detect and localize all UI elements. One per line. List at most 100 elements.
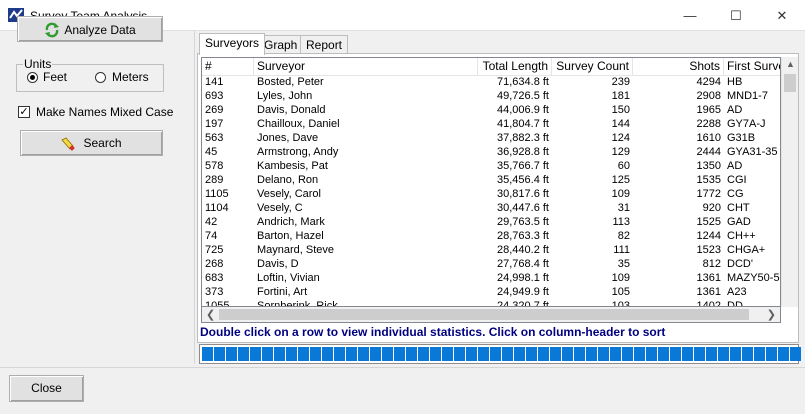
progress-segment: [262, 347, 273, 361]
progress-segment: [526, 347, 537, 361]
progress-segment: [514, 347, 525, 361]
table-row[interactable]: 42 Andrich, Mark 29,763.5 ft 113 1525 GAD: [202, 215, 780, 229]
column-header-first-survey[interactable]: First Survey: [724, 58, 780, 75]
scroll-left-icon[interactable]: ❮: [206, 308, 215, 321]
table-row[interactable]: 268 Davis, D 27,768.4 ft 35 812 DCD': [202, 257, 780, 271]
table-cell: Fortini, Art: [257, 286, 308, 298]
progress-segment: [718, 347, 729, 361]
table-cell: 197: [205, 118, 224, 130]
table-row[interactable]: 373 Fortini, Art 24,949.9 ft 105 1361 A23: [202, 285, 780, 299]
table-cell: 49,726.5 ft: [497, 90, 549, 102]
table-cell: 109: [611, 272, 630, 284]
progress-segment: [646, 347, 657, 361]
table-cell: 268: [205, 258, 224, 270]
table-cell: Vesely, C: [257, 202, 303, 214]
table-row[interactable]: 45 Armstrong, Andy 36,928.8 ft 129 2444 GYA31…: [202, 145, 780, 159]
table-cell: Armstrong, Andy: [257, 146, 339, 158]
table-cell: 1772: [696, 188, 721, 200]
table-cell: 105: [611, 286, 630, 298]
table-cell: DD: [727, 300, 743, 307]
tab-surveyors[interactable]: Surveyors: [199, 33, 266, 55]
table-row[interactable]: 1105 Vesely, Carol 30,817.6 ft 109 1772 CG: [202, 187, 780, 201]
units-group: Units Feet Meters: [16, 57, 164, 92]
progress-segment: [454, 347, 465, 361]
table-row[interactable]: 1104 Vesely, C 30,447.6 ft 31 920 CHT: [202, 201, 780, 215]
horizontal-scrollbar[interactable]: ❮ ❯: [201, 307, 781, 323]
close-icon[interactable]: ✕: [759, 0, 805, 31]
refresh-arrows-icon: [45, 22, 60, 38]
column-header-total-length[interactable]: Total Length: [478, 58, 552, 75]
progress-segment: [478, 347, 489, 361]
column-header-shots[interactable]: Shots: [633, 58, 724, 75]
column-header-number[interactable]: #: [202, 58, 254, 75]
table-cell: GYA31-35: [727, 146, 778, 158]
table-cell: 45: [205, 146, 218, 158]
progress-segment: [310, 347, 321, 361]
table-cell: 29,763.5 ft: [497, 216, 549, 228]
column-header-surveyor[interactable]: Surveyor: [254, 58, 478, 75]
column-header-survey-count[interactable]: Survey Count: [552, 58, 633, 75]
table-cell: AD: [727, 160, 743, 172]
mixed-case-checkbox[interactable]: ✓: [18, 106, 30, 118]
table-cell: 44,006.9 ft: [497, 104, 549, 116]
table-cell: 111: [613, 244, 630, 256]
table-row[interactable]: 289 Delano, Ron 35,456.4 ft 125 1535 CGI: [202, 173, 780, 187]
maximize-icon[interactable]: ☐: [713, 0, 759, 31]
progress-segment: [622, 347, 633, 361]
table-row[interactable]: 563 Jones, Dave 37,882.3 ft 124 1610 G31B: [202, 131, 780, 145]
table-row[interactable]: 693 Lyles, John 49,726.5 ft 181 2908 MND1-7: [202, 89, 780, 103]
progress-segment: [742, 347, 753, 361]
table-cell: 289: [205, 174, 224, 186]
minimize-icon[interactable]: —: [667, 0, 713, 31]
progress-segment: [754, 347, 765, 361]
table-cell: 683: [205, 272, 224, 284]
splitter[interactable]: [194, 31, 195, 364]
progress-segment: [358, 347, 369, 361]
table-cell: 1535: [696, 174, 721, 186]
mixed-case-label[interactable]: Make Names Mixed Case: [36, 105, 173, 119]
vertical-scroll-thumb[interactable]: [784, 74, 796, 92]
table-row[interactable]: 683 Loftin, Vivian 24,998.1 ft 109 1361 MAZY5…: [202, 271, 780, 285]
table-row[interactable]: 141 Bosted, Peter 71,634.8 ft 239 4294 HB: [202, 75, 780, 89]
progress-segment: [274, 347, 285, 361]
progress-segment: [406, 347, 417, 361]
feet-radio[interactable]: [27, 72, 38, 83]
table-cell: 144: [611, 118, 630, 130]
tab-report[interactable]: Report: [300, 35, 349, 54]
meters-label[interactable]: Meters: [112, 70, 149, 84]
table-cell: Chailloux, Daniel: [257, 118, 340, 130]
progress-segment: [334, 347, 345, 361]
meters-radio[interactable]: [95, 72, 106, 83]
progress-segment: [490, 347, 501, 361]
table-cell: MND1-7: [727, 90, 768, 102]
surveyor-list[interactable]: # Surveyor Total Length Survey Count Sho…: [201, 57, 781, 307]
table-cell: CHGA+: [727, 244, 766, 256]
horizontal-scroll-thumb[interactable]: [219, 309, 749, 320]
table-row[interactable]: 578 Kambesis, Pat 35,766.7 ft 60 1350 AD: [202, 159, 780, 173]
table-cell: 30,817.6 ft: [497, 188, 549, 200]
vertical-scrollbar[interactable]: ▲: [781, 57, 798, 307]
table-cell: 109: [611, 188, 630, 200]
table-row[interactable]: 74 Barton, Hazel 28,763.3 ft 82 1244 CH++: [202, 229, 780, 243]
feet-label[interactable]: Feet: [43, 70, 67, 84]
close-button[interactable]: Close: [9, 375, 84, 402]
search-button[interactable]: Search: [20, 130, 163, 156]
progress-segment: [634, 347, 645, 361]
table-row[interactable]: 725 Maynard, Steve 28,440.2 ft 111 1523 CHGA+: [202, 243, 780, 257]
table-cell: Delano, Ron: [257, 174, 319, 186]
table-cell: CG: [727, 188, 744, 200]
table-row[interactable]: 269 Davis, Donald 44,006.9 ft 150 1965 AD: [202, 103, 780, 117]
column-header-row: # Surveyor Total Length Survey Count Sho…: [202, 58, 780, 76]
table-cell: 578: [205, 160, 224, 172]
table-cell: 2444: [696, 146, 721, 158]
table-row[interactable]: 197 Chailloux, Daniel 41,804.7 ft 144 2288 GY…: [202, 117, 780, 131]
table-row[interactable]: 1055 Sornberink, Rick 24,320.7 ft 103 1402 DD: [202, 299, 780, 307]
analyze-data-button[interactable]: Analyze Data: [17, 16, 163, 42]
scroll-right-icon[interactable]: ❯: [767, 308, 776, 321]
table-cell: 71,634.8 ft: [497, 76, 549, 88]
progress-segment: [418, 347, 429, 361]
progress-segment: [202, 347, 213, 361]
progress-segment: [466, 347, 477, 361]
scroll-up-icon[interactable]: ▲: [782, 59, 799, 69]
progress-segment: [586, 347, 597, 361]
